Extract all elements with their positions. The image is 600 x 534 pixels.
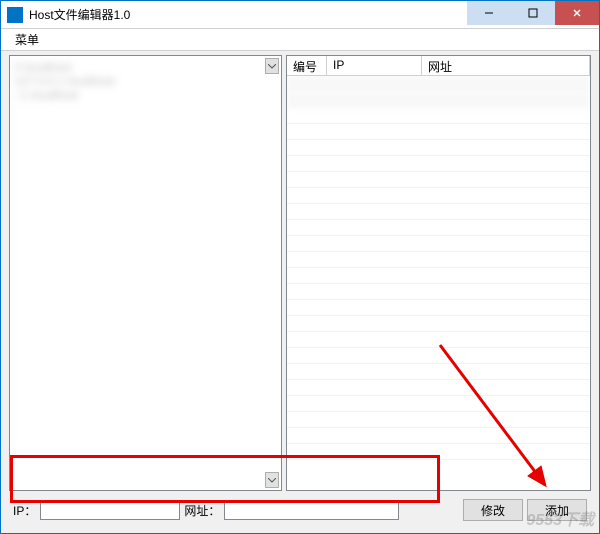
table-row[interactable] (287, 236, 590, 252)
table-header: 编号 IP 网址 (287, 56, 590, 76)
url-label: 网址： (184, 502, 220, 519)
menubar: 菜单 (1, 29, 599, 51)
close-icon (572, 8, 582, 18)
table-row[interactable] (287, 172, 590, 188)
left-text-panel[interactable]: # localhost 127.0.0.1 localhost ::1 loca… (9, 55, 282, 491)
minimize-icon (484, 8, 494, 18)
table-row[interactable] (287, 204, 590, 220)
table-row[interactable] (287, 380, 590, 396)
bottom-bar: IP： 网址： 修改 添加 (9, 491, 591, 525)
maximize-button[interactable] (511, 1, 555, 25)
window-title: Host文件编辑器1.0 (29, 6, 467, 23)
ip-input[interactable] (40, 500, 180, 520)
menu-item-menu[interactable]: 菜单 (9, 29, 45, 50)
close-button[interactable] (555, 1, 599, 25)
table-body[interactable] (287, 76, 590, 490)
table-row[interactable] (287, 252, 590, 268)
table-row[interactable] (287, 444, 590, 460)
panels: # localhost 127.0.0.1 localhost ::1 loca… (9, 55, 591, 491)
table-row[interactable] (287, 284, 590, 300)
app-icon (7, 7, 23, 23)
app-window: Host文件编辑器1.0 菜单 # localhost 127.0 (0, 0, 600, 534)
table-row[interactable] (287, 396, 590, 412)
url-input[interactable] (224, 500, 399, 520)
dropdown-bottom-icon[interactable] (265, 472, 279, 488)
add-button[interactable]: 添加 (527, 499, 587, 521)
table-row[interactable] (287, 188, 590, 204)
column-header-num[interactable]: 编号 (287, 56, 327, 75)
ip-label: IP： (13, 502, 36, 519)
table-row[interactable] (287, 364, 590, 380)
table-row[interactable] (287, 156, 590, 172)
table-row[interactable] (287, 92, 590, 108)
table-row[interactable] (287, 412, 590, 428)
titlebar: Host文件编辑器1.0 (1, 1, 599, 29)
table-row[interactable] (287, 124, 590, 140)
left-blurred-content: # localhost 127.0.0.1 localhost ::1 loca… (10, 56, 281, 120)
table-row[interactable] (287, 300, 590, 316)
table-row[interactable] (287, 428, 590, 444)
column-header-url[interactable]: 网址 (422, 56, 590, 75)
table-row[interactable] (287, 108, 590, 124)
table-row[interactable] (287, 332, 590, 348)
maximize-icon (528, 8, 538, 18)
content-area: # localhost 127.0.0.1 localhost ::1 loca… (1, 51, 599, 533)
table-row[interactable] (287, 316, 590, 332)
right-list-panel: 编号 IP 网址 (286, 55, 591, 491)
table-row[interactable] (287, 268, 590, 284)
chevron-down-icon (268, 478, 276, 483)
table-row[interactable] (287, 76, 590, 92)
column-header-ip[interactable]: IP (327, 56, 422, 75)
modify-button[interactable]: 修改 (463, 499, 523, 521)
table-row[interactable] (287, 348, 590, 364)
titlebar-buttons (467, 1, 599, 28)
table-row[interactable] (287, 140, 590, 156)
table-row[interactable] (287, 220, 590, 236)
minimize-button[interactable] (467, 1, 511, 25)
